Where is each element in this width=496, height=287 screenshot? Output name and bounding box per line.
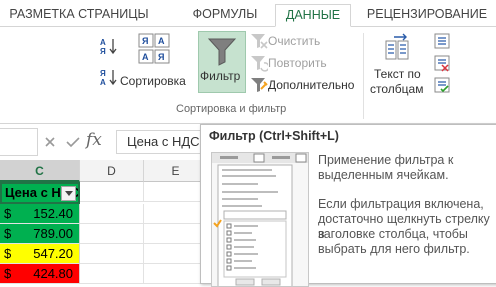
filter-button[interactable]: Фильтр: [198, 31, 246, 93]
column-header-c[interactable]: C: [0, 160, 80, 182]
empty-cell[interactable]: [80, 204, 144, 224]
tooltip-title: Фильтр (Ctrl+Shift+L): [209, 129, 339, 143]
empty-cell[interactable]: [144, 182, 208, 202]
empty-cell[interactable]: [144, 204, 208, 224]
empty-cell[interactable]: [144, 224, 208, 244]
flash-fill-icon[interactable]: [433, 32, 451, 50]
cell-value: 547.20: [33, 246, 73, 261]
svg-text:A: A: [100, 38, 106, 47]
svg-text:Я: Я: [100, 69, 106, 78]
sort-ascending-icon[interactable]: A Я: [100, 37, 118, 55]
filter-tooltip: Фильтр (Ctrl+Shift+L) Применение фильтра…: [200, 124, 496, 287]
svg-text:Я: Я: [100, 47, 106, 55]
text-to-columns-icon: [385, 33, 409, 60]
currency-symbol: $: [4, 226, 12, 241]
enter-icon[interactable]: [66, 136, 80, 148]
table-row[interactable]: $ 424.80: [0, 264, 80, 284]
name-box[interactable]: [0, 128, 38, 156]
header-cell-price[interactable]: Цена с НДС: [0, 182, 80, 204]
clear-filter-icon[interactable]: [250, 32, 268, 50]
advanced-filter-icon[interactable]: [250, 76, 268, 94]
sort-descending-icon[interactable]: Я A: [100, 68, 118, 86]
svg-text:Я: Я: [142, 36, 148, 46]
cancel-icon[interactable]: [44, 136, 56, 148]
empty-cell[interactable]: [80, 224, 144, 244]
tooltip-paragraph-1-line-1: Применение фильтра к: [318, 153, 454, 167]
sort-button[interactable]: Я A A Я Сортировка: [118, 33, 188, 93]
filter-label: Фильтр: [200, 69, 241, 83]
cell-value: 152.40: [33, 206, 73, 221]
svg-text:Я: Я: [158, 52, 164, 62]
empty-cell[interactable]: [144, 244, 208, 264]
filter-menu-preview: [211, 152, 309, 287]
text-to-columns-label-line1: Текст по: [374, 67, 421, 81]
funnel-icon: [207, 38, 237, 66]
ribbon-tabs: РАЗМЕТКА СТРАНИЦЫ ФОРМУЛЫ ДАННЫЕ РЕЦЕНЗИ…: [0, 0, 496, 27]
formula-buttons: fx: [42, 128, 116, 156]
svg-text:A: A: [158, 36, 165, 46]
cell-value: 424.80: [33, 266, 73, 281]
filter-menu-preview-graphic: [212, 153, 308, 286]
insert-function-icon[interactable]: fx: [86, 130, 102, 150]
sort-dialog-icon: Я A A Я: [138, 33, 170, 64]
tooltip-paragraph-1-line-2: выделенным ячейкам.: [318, 168, 449, 182]
advanced-filter-button[interactable]: Дополнительно: [268, 78, 354, 92]
tab-page-layout[interactable]: РАЗМЕТКА СТРАНИЦЫ: [4, 4, 154, 27]
tab-data[interactable]: ДАННЫЕ: [275, 4, 351, 27]
empty-cell[interactable]: [80, 264, 144, 284]
tab-formulas[interactable]: ФОРМУЛЫ: [186, 4, 264, 27]
empty-cell[interactable]: [80, 244, 144, 264]
text-to-columns-label-line2: столбцам: [370, 82, 424, 96]
reapply-filter-button[interactable]: Повторить: [268, 56, 327, 70]
table-row[interactable]: $ 547.20: [0, 244, 80, 264]
data-validation-icon[interactable]: [433, 76, 451, 94]
group-divider: [363, 33, 364, 119]
sort-filter-group-label: Сортировка и фильтр: [176, 103, 287, 115]
remove-duplicates-icon[interactable]: [433, 54, 451, 72]
column-header-d[interactable]: D: [80, 160, 144, 182]
svg-text:A: A: [142, 52, 149, 62]
filter-dropdown-button[interactable]: [61, 186, 76, 201]
chevron-down-icon: [65, 191, 73, 196]
svg-text:A: A: [100, 78, 106, 86]
table-row[interactable]: $ 152.40: [0, 204, 80, 224]
reapply-filter-icon[interactable]: [250, 54, 268, 72]
tab-review[interactable]: РЕЦЕНЗИРОВАНИЕ: [362, 4, 492, 27]
tooltip-paragraph-2-line-3: заголовке столбца, чтобы: [318, 227, 468, 241]
table-row[interactable]: $ 789.00: [0, 224, 80, 244]
cell-value: 789.00: [33, 226, 73, 241]
sort-label: Сортировка: [120, 74, 186, 88]
currency-symbol: $: [4, 246, 12, 261]
currency-symbol: $: [4, 206, 12, 221]
tooltip-paragraph-2-line-4: выбрать для него фильтр.: [318, 242, 470, 256]
currency-symbol: $: [4, 266, 12, 281]
empty-cell[interactable]: [144, 264, 208, 284]
clear-filter-button[interactable]: Очистить: [268, 34, 320, 48]
text-to-columns-button[interactable]: Текст по столбцам: [370, 31, 432, 101]
ribbon: A Я Я A Я A A Я Сортировка Фильтр Очисти: [0, 27, 496, 124]
tooltip-paragraph-2-line-1: Если фильтрация включена,: [318, 197, 484, 211]
empty-cell[interactable]: [80, 182, 144, 202]
column-header-e[interactable]: E: [144, 160, 208, 182]
